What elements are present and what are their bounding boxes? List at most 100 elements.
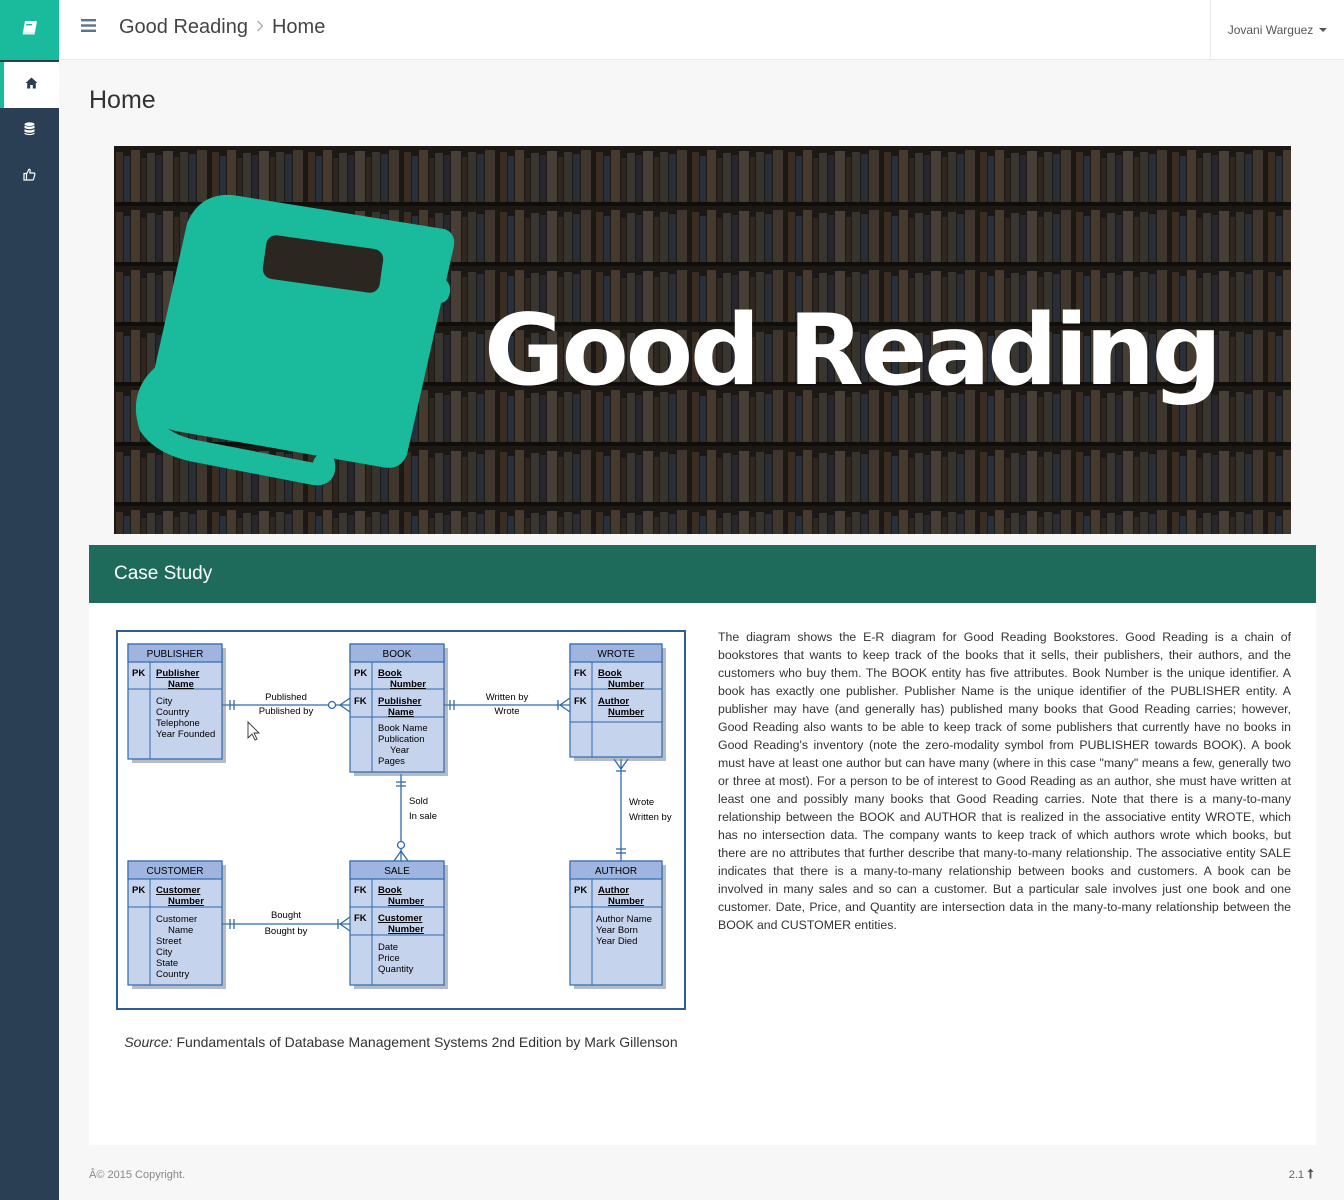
bookshelf-background: Good Reading [114,146,1291,534]
svg-text:Author Name: Author Name [596,914,652,925]
rel-label: Published by [259,706,314,717]
database-icon [24,121,35,141]
svg-text:Customer: Customer [378,913,423,924]
svg-text:PUBLISHER: PUBLISHER [147,649,204,660]
svg-text:Book: Book [378,668,402,679]
entity-customer: CUSTOMER PK Customer Number Customer Nam… [127,860,226,989]
entity-publisher: PUBLISHER PK Publisher Name City Country… [127,643,226,763]
svg-text:Country: Country [156,969,190,980]
footer-copyright: Â© 2015 Copyright. [89,1169,186,1181]
thumbs-up-icon [23,168,36,186]
er-diagram: PUBLISHER PK Publisher Name City Country… [116,630,686,1010]
rel-label: Bought [271,910,301,921]
rel-label: Bought by [265,926,308,937]
svg-text:Publisher: Publisher [156,668,200,679]
svg-text:Publisher: Publisher [378,696,422,707]
svg-text:City: City [156,696,173,707]
case-study-panel: Case Study PUBLISHER PK Publisher Name C… [89,545,1316,1145]
svg-text:FK: FK [354,696,367,707]
case-study-header: Case Study [89,545,1316,603]
svg-text:City: City [156,947,173,958]
rel-label: Wrote [494,706,519,717]
svg-text:Number: Number [390,679,426,690]
version-text: 2.1 [1288,1169,1304,1181]
svg-text:FK: FK [354,913,367,924]
svg-text:Country: Country [156,707,190,718]
svg-text:FK: FK [574,696,587,707]
svg-text:Telephone: Telephone [156,718,200,729]
user-menu-toggle[interactable]: Jovani Warguez [1210,0,1344,59]
brand-logo[interactable] [0,0,59,60]
entity-wrote: WROTE FK Book Number FK Author Number [569,643,666,761]
svg-text:Date: Date [378,942,398,953]
home-icon [25,76,38,94]
rel-label: Wrote [629,797,654,808]
book-icon [21,20,39,41]
page-title: Home [89,86,156,114]
rel-label: In sale [409,811,437,822]
svg-text:FK: FK [354,885,367,896]
caption-text: Fundamentals of Database Management Syst… [172,1034,678,1050]
footer-version: 2.1 [1289,1168,1314,1182]
case-study-description: The diagram shows the E-R diagram for Go… [718,630,1291,932]
user-name: Jovani Warguez [1227,22,1314,37]
svg-text:BOOK: BOOK [383,649,412,660]
nav-item-database[interactable] [0,108,59,154]
good-reading-logo-icon [136,194,455,486]
svg-text:Street: Street [156,936,182,947]
svg-text:Year: Year [390,745,409,756]
svg-text:Name: Name [168,925,193,936]
caret-down-icon [1319,27,1328,32]
svg-text:Book Name: Book Name [378,723,428,734]
banner-title: Good Reading [484,294,1219,408]
hamburger-icon [81,19,96,36]
svg-text:Year Founded: Year Founded [156,729,215,740]
nav-item-home[interactable] [0,62,59,108]
svg-text:Year Died: Year Died [596,936,637,947]
svg-text:WROTE: WROTE [597,649,635,660]
rel-label: Sold [409,796,428,807]
hero-banner: Good Reading [114,146,1291,534]
svg-text:Quantity: Quantity [378,964,414,975]
svg-text:SALE: SALE [384,866,410,877]
svg-text:FK: FK [574,668,587,679]
rel-label: Written by [486,692,529,703]
chevron-right-icon [256,19,264,37]
svg-text:Pages: Pages [378,756,405,767]
svg-text:PK: PK [132,668,145,679]
svg-text:Number: Number [388,896,424,907]
svg-text:Book: Book [378,885,402,896]
svg-text:Number: Number [388,924,424,935]
nav-item-recommendations[interactable] [0,154,59,200]
case-study-title: Case Study [114,563,213,584]
rel-label: Published [265,692,307,703]
arrow-up-icon[interactable] [1307,1168,1314,1182]
svg-text:Number: Number [168,896,204,907]
breadcrumb-item-app[interactable]: Good Reading [119,16,248,39]
sidebar [0,0,59,1200]
svg-text:Price: Price [378,953,400,964]
svg-text:PK: PK [132,885,145,896]
mouse-cursor-icon [247,720,261,741]
svg-text:CUSTOMER: CUSTOMER [146,866,203,877]
svg-text:Author: Author [598,696,629,707]
svg-text:Book: Book [598,668,622,679]
svg-text:Year Born: Year Born [596,925,638,936]
entity-sale: SALE FK Book Number FK Customer Number D… [349,860,448,989]
svg-text:Number: Number [608,896,644,907]
svg-text:Publication: Publication [378,734,424,745]
svg-text:Author: Author [598,885,629,896]
breadcrumb-item-current: Home [271,16,326,38]
svg-text:State: State [156,958,178,969]
menu-toggle-button[interactable] [81,19,97,35]
diagram-caption: Source: Fundamentals of Database Managem… [116,1032,686,1053]
svg-text:Number: Number [608,679,644,690]
entity-book: BOOK PK Book Number FK Publisher Name Bo… [349,643,448,776]
top-navbar: Good Reading Home Jovani Warguez [59,0,1344,60]
entity-author: AUTHOR PK Author Number Author Name Year… [569,860,666,989]
svg-text:Customer: Customer [156,885,201,896]
svg-text:Customer: Customer [156,914,197,925]
caption-source-label: Source: [124,1034,173,1050]
rel-label: Written by [629,812,672,823]
breadcrumb: Good Reading Home [119,16,325,39]
